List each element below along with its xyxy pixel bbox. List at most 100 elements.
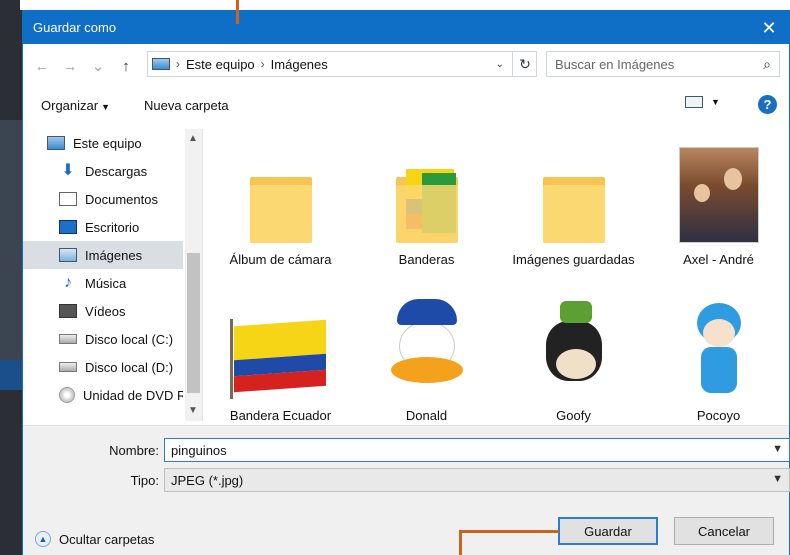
file-item-axel-andre[interactable]: Axel - André — [651, 143, 786, 268]
file-label: Pocoyo — [696, 408, 741, 423]
organize-button[interactable]: Organizar ▼ — [41, 98, 110, 113]
donald-thumbnail — [383, 299, 471, 399]
breadcrumb-separator: › — [260, 57, 265, 71]
address-bar[interactable]: › Este equipo › Imágenes ⌄ — [147, 51, 537, 77]
sidebar-item-label: Documentos — [85, 191, 158, 207]
sidebar-item-label: Unidad de DVD R — [83, 387, 183, 403]
download-icon: ⬇ — [61, 162, 75, 179]
save-as-dialog: Guardar como ✕ ← → ⌄ ↑ › Este equipo › I… — [22, 10, 790, 555]
videos-icon — [59, 304, 77, 318]
breadcrumb-separator: › — [176, 57, 180, 71]
file-item-goofy[interactable]: Goofy — [506, 299, 641, 424]
chevron-down-icon[interactable]: ▼ — [772, 443, 783, 455]
hide-folders-button[interactable]: ▲ Ocultar carpetas — [35, 531, 154, 547]
save-button[interactable]: Guardar — [558, 517, 658, 545]
sidebar-item-label: Disco local (C:) — [85, 331, 174, 347]
background-blue-bar — [0, 360, 22, 390]
drive-icon — [59, 334, 77, 344]
dialog-title: Guardar como — [33, 20, 117, 35]
computer-icon — [152, 58, 170, 70]
navigation-pane: Este equipo ⬇ Descargas Documentos Escri… — [23, 129, 203, 421]
file-name-value: pinguinos — [171, 442, 227, 458]
file-name-field[interactable]: pinguinos ▼ — [164, 438, 790, 462]
title-bar: Guardar como ✕ — [23, 11, 789, 44]
music-icon: ♪ — [64, 274, 72, 291]
refresh-button[interactable]: ↻ — [512, 51, 537, 77]
file-label: Bandera Ecuador — [229, 408, 332, 423]
address-dropdown-icon[interactable]: ⌄ — [496, 59, 504, 70]
view-icon — [685, 96, 703, 108]
view-options-button[interactable]: ▼ — [685, 96, 720, 108]
flag-thumbnail — [226, 315, 336, 399]
file-item-donald[interactable]: Donald — [359, 299, 494, 424]
file-label: Axel - André — [683, 252, 754, 267]
search-placeholder: Buscar en Imágenes — [555, 56, 675, 72]
recent-locations-button[interactable]: ⌄ — [87, 55, 109, 77]
background-panel — [0, 120, 22, 370]
search-box[interactable]: Buscar en Imágenes ⌕ — [546, 51, 780, 77]
drive-icon — [59, 362, 77, 372]
sidebar-item-documentos[interactable]: Documentos — [23, 185, 183, 213]
folder-icon — [249, 177, 312, 243]
sidebar-item-videos[interactable]: Vídeos — [23, 297, 183, 325]
file-item-album-camara[interactable]: Álbum de cámara — [213, 143, 348, 268]
annotation-pointer — [459, 530, 559, 533]
sidebar-item-disco-c[interactable]: Disco local (C:) — [23, 325, 183, 353]
annotation-pointer — [236, 0, 239, 24]
background-top-strip — [20, 0, 790, 10]
file-type-label-text: Tipo: — [130, 473, 159, 488]
sidebar-item-label: Descargas — [85, 163, 148, 179]
sidebar-item-label: Música — [85, 275, 127, 291]
back-button[interactable]: ← — [31, 55, 53, 77]
sidebar-item-label: Escritorio — [85, 219, 140, 235]
scrollbar-thumb[interactable] — [187, 253, 200, 393]
scroll-down-icon[interactable]: ▼ — [188, 405, 198, 416]
dvd-icon — [59, 387, 75, 403]
sidebar-scrollbar[interactable]: ▲ ▼ — [185, 129, 202, 421]
chevron-down-icon[interactable]: ▼ — [772, 473, 783, 485]
search-icon[interactable]: ⌕ — [763, 56, 771, 73]
chevron-up-icon: ▲ — [35, 531, 51, 547]
breadcrumb-imagenes[interactable]: Imágenes — [271, 57, 328, 72]
toolbar: Organizar ▼ Nueva carpeta — [23, 90, 789, 120]
scroll-up-icon[interactable]: ▲ — [188, 133, 198, 144]
breadcrumb-este-equipo[interactable]: Este equipo — [186, 57, 255, 72]
file-type-label: Tipo: — [23, 473, 159, 488]
chevron-down-icon: ▼ — [101, 101, 110, 112]
file-type-select[interactable]: JPEG (*.jpg) ▼ — [164, 468, 790, 492]
sidebar-item-musica[interactable]: ♪ Música — [23, 269, 183, 297]
pocoyo-thumbnail — [675, 299, 763, 399]
file-label: Banderas — [398, 252, 455, 267]
sidebar-item-label: Vídeos — [85, 303, 126, 319]
file-item-pocoyo[interactable]: Pocoyo — [651, 299, 786, 424]
file-item-bandera-ecuador[interactable]: Bandera Ecuador — [213, 299, 348, 424]
sidebar-item-label: Disco local (D:) — [85, 359, 174, 375]
file-label: Imágenes guardadas — [512, 252, 635, 267]
sidebar-item-dvd[interactable]: Unidad de DVD R — [23, 381, 183, 409]
sidebar-item-imagenes[interactable]: Imágenes — [23, 241, 183, 269]
sidebar-item-escritorio[interactable]: Escritorio — [23, 213, 183, 241]
file-name-label: Nombre: — [23, 443, 159, 458]
sidebar-item-label: Imágenes — [85, 247, 143, 263]
folder-icon — [542, 177, 605, 243]
photo-thumbnail — [678, 147, 759, 243]
sidebar-item-este-equipo[interactable]: Este equipo — [23, 129, 183, 157]
cancel-button[interactable]: Cancelar — [674, 517, 774, 545]
new-folder-button[interactable]: Nueva carpeta — [144, 98, 229, 113]
help-button[interactable]: ? — [758, 95, 777, 114]
file-item-imagenes-guardadas[interactable]: Imágenes guardadas — [506, 143, 641, 268]
forward-button[interactable]: → — [59, 55, 81, 77]
file-label: Álbum de cámara — [229, 252, 332, 267]
file-name-label-text: Nombre: — [109, 443, 159, 458]
file-label: Goofy — [556, 408, 591, 423]
sidebar-item-descargas[interactable]: ⬇ Descargas — [23, 157, 183, 185]
up-button[interactable]: ↑ — [115, 55, 137, 77]
file-item-banderas[interactable]: Banderas — [359, 143, 494, 268]
annotation-pointer — [459, 530, 462, 555]
sidebar-item-disco-d[interactable]: Disco local (D:) — [23, 353, 183, 381]
close-button[interactable]: ✕ — [759, 19, 779, 37]
goofy-thumbnail — [530, 299, 618, 399]
file-list: Álbum de cámara Banderas Imágenes guarda… — [213, 129, 789, 424]
file-type-value: JPEG (*.jpg) — [171, 472, 244, 488]
documents-icon — [59, 192, 77, 206]
